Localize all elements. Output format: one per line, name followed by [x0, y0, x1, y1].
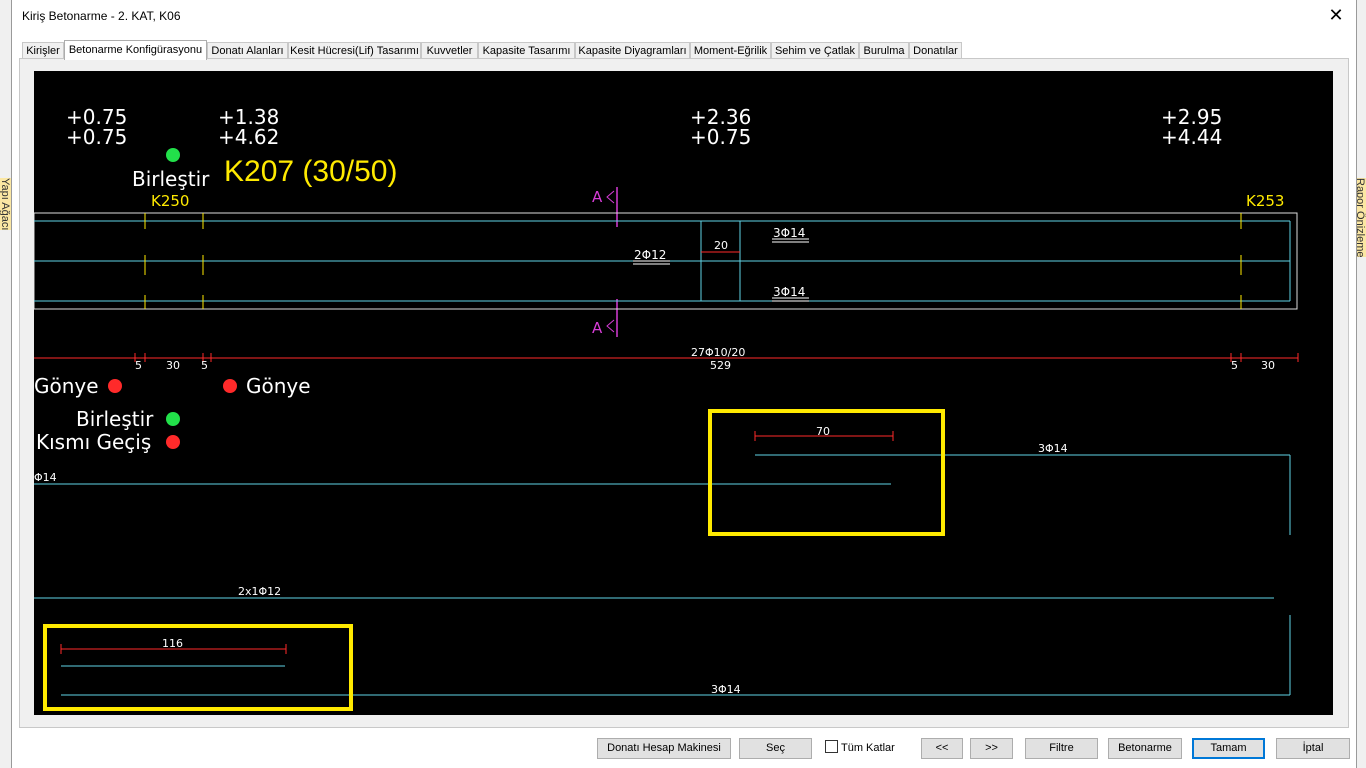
bar-mid-label: 2x1Φ12: [238, 585, 281, 598]
gonye-left-label: Gönye: [34, 374, 99, 398]
kismi-gecis-dot[interactable]: [166, 435, 180, 449]
beam-drawing-canvas[interactable]: +0.75 +0.75 +1.38 +4.62 +2.36 +0.75 +2.9…: [34, 71, 1333, 715]
yapi-agaci-side-tab[interactable]: Yapı Ağacı: [0, 178, 11, 231]
kismi-gecis-label: Kısmı Geçiş: [36, 430, 151, 454]
bar-top-left-label: Φ14: [34, 471, 57, 484]
tab-betonarme-konfigurasyonu[interactable]: Betonarme Konfigürasyonu: [64, 40, 207, 60]
tab-burulma[interactable]: Burulma: [859, 42, 909, 59]
filtre-button[interactable]: Filtre: [1025, 738, 1098, 759]
elevation-1-bottom: +0.75: [66, 125, 127, 149]
section-mark-bottom: A: [592, 319, 603, 337]
tab-bar: Kirişler Betonarme Konfigürasyonu Donatı…: [12, 40, 1356, 60]
birlestir-dot[interactable]: [166, 412, 180, 426]
tab-kapasite-diyagramlari[interactable]: Kapasite Diyagramları: [575, 42, 690, 59]
rebar-mid-left-label: 2Φ12: [634, 248, 666, 262]
title-bar: Kiriş Betonarme - 2. KAT, K06 ✕: [12, 0, 1356, 32]
gonye-right-label: Gönye: [246, 374, 311, 398]
tum-katlar-label: Tüm Katlar: [841, 742, 895, 754]
sec-button[interactable]: Seç: [739, 738, 812, 759]
tab-moment-egrilik[interactable]: Moment-Eğrilik: [690, 42, 771, 59]
dim-left-2: 30: [166, 359, 180, 372]
dim-right-2: 30: [1261, 359, 1275, 372]
tab-sehim-ve-catlak[interactable]: Sehim ve Çatlak: [771, 42, 859, 59]
bar-top-right-label: 3Φ14: [1038, 442, 1068, 455]
support-left-label: K250: [151, 192, 189, 210]
birlestir-top-label: Birleştir: [132, 167, 210, 191]
button-bar: Donatı Hesap Makinesi Seç Tüm Katlar << …: [12, 735, 1356, 765]
tab-donatilar[interactable]: Donatılar: [909, 42, 962, 59]
dim-right-1: 5: [1231, 359, 1238, 372]
bar-bottom-label: 3Φ14: [711, 683, 741, 696]
section-mark-top: A: [592, 188, 603, 206]
dim-left-3: 5: [201, 359, 208, 372]
iptal-button[interactable]: İptal: [1276, 738, 1350, 759]
background-app-right: [1357, 0, 1366, 768]
overlap-top-label: 70: [816, 425, 830, 438]
elevation-2-bottom: +4.62: [218, 125, 279, 149]
birlestir-top-dot[interactable]: [166, 148, 180, 162]
tamam-button[interactable]: Tamam: [1192, 738, 1265, 759]
prev-button[interactable]: <<: [921, 738, 963, 759]
tab-kirisler[interactable]: Kirişler: [22, 42, 64, 59]
highlight-box-bottom: [43, 624, 353, 711]
support-right-label: K253: [1246, 192, 1284, 210]
close-button[interactable]: ✕: [1324, 4, 1348, 28]
close-icon: ✕: [1328, 5, 1344, 25]
section-arrow-top: [606, 190, 615, 204]
rebar-top-label: 3Φ14: [773, 226, 805, 240]
next-button[interactable]: >>: [970, 738, 1013, 759]
beam-drawing: +0.75 +0.75 +1.38 +4.62 +2.36 +0.75 +2.9…: [34, 105, 1299, 711]
gonye-left-dot[interactable]: [108, 379, 122, 393]
background-app-left: [0, 0, 11, 768]
dim-20-label: 20: [714, 239, 728, 252]
window-title: Kiriş Betonarme - 2. KAT, K06: [22, 9, 181, 23]
beam-title: K207 (30/50): [224, 155, 397, 188]
kiris-betonarme-dialog: Kiriş Betonarme - 2. KAT, K06 ✕ Kirişler…: [11, 0, 1357, 768]
section-arrow-bottom: [606, 319, 615, 333]
tum-katlar-checkbox[interactable]: [825, 740, 838, 753]
tab-kesit-hucresi[interactable]: Kesit Hücresi(Lif) Tasarımı: [288, 42, 421, 59]
betonarme-button[interactable]: Betonarme: [1108, 738, 1182, 759]
span-length: 529: [710, 359, 731, 372]
elevation-4-bottom: +4.44: [1161, 125, 1222, 149]
stirrup-label: 27Φ10/20: [691, 346, 745, 359]
overlap-bottom-label: 116: [162, 637, 183, 650]
tab-kuvvetler[interactable]: Kuvvetler: [421, 42, 478, 59]
rebar-bottom-label: 3Φ14: [773, 285, 805, 299]
tab-kapasite-tasarimi[interactable]: Kapasite Tasarımı: [478, 42, 575, 59]
gonye-right-dot[interactable]: [223, 379, 237, 393]
donati-hesap-makinesi-button[interactable]: Donatı Hesap Makinesi: [597, 738, 731, 759]
elevation-3-bottom: +0.75: [690, 125, 751, 149]
dim-left-1: 5: [135, 359, 142, 372]
tab-donati-alanlari[interactable]: Donatı Alanları: [207, 42, 288, 59]
birlestir-label: Birleştir: [76, 407, 154, 431]
tum-katlar-checkbox-wrap[interactable]: Tüm Katlar: [825, 740, 895, 758]
